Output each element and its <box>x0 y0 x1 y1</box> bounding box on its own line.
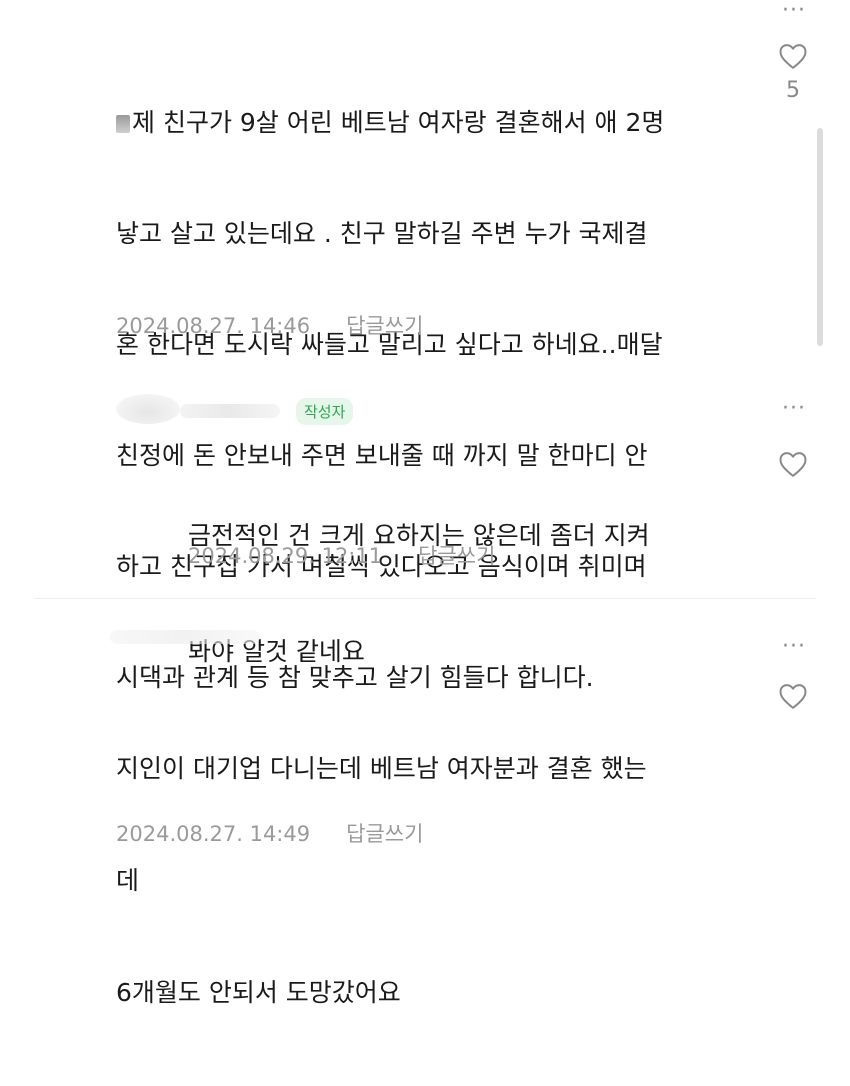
reply-button[interactable]: 답글쓰기 <box>346 822 423 846</box>
like-button[interactable] <box>776 450 810 478</box>
comment-date: 2024.08.27. 14:49 <box>116 822 311 846</box>
blurred-mark <box>116 115 130 133</box>
comment-line: 낳고 살고 있는데요 . 친구 말하길 주변 누가 국제결 <box>116 219 648 248</box>
author-badge: 작성자 <box>296 398 354 425</box>
more-options-icon[interactable]: ··· <box>782 0 806 22</box>
like-button[interactable] <box>776 682 810 710</box>
comment-line: 6개월도 안되서 도망갔어요 <box>116 978 401 1007</box>
heart-outline-icon <box>779 44 807 69</box>
comment-line: 데 <box>116 866 140 895</box>
reply-button[interactable]: 답글쓰기 <box>346 314 423 338</box>
like-count: 5 <box>786 78 800 103</box>
comment-date: 2024.08.29. 12:11 <box>188 544 383 568</box>
scrollbar[interactable] <box>817 128 823 346</box>
reply-button[interactable]: 답글쓰기 <box>418 544 495 568</box>
comment-line: 지인이 대기업 다니는데 베트남 여자분과 결혼 했는 <box>116 754 647 783</box>
comment-meta: 2024.08.29. 12:11 답글쓰기 <box>188 540 495 570</box>
divider <box>34 598 816 599</box>
avatar <box>116 394 180 424</box>
comment-line: 제 친구가 9살 어린 베트남 여자랑 결혼해서 애 2명 <box>116 104 664 141</box>
comment-meta: 2024.08.27. 14:49 답글쓰기 <box>116 818 423 848</box>
more-options-icon[interactable]: ··· <box>782 636 806 658</box>
heart-outline-icon <box>779 452 807 477</box>
more-options-icon[interactable]: ··· <box>782 398 806 420</box>
comment-date: 2024.08.27. 14:46 <box>116 314 311 338</box>
comment-line-text: 제 친구가 9살 어린 베트남 여자랑 결혼해서 애 2명 <box>132 108 665 137</box>
comment-body: 지인이 대기업 다니는데 베트남 여자분과 결혼 했는 데 6개월도 안되서 도… <box>116 676 647 1086</box>
heart-outline-icon <box>779 684 807 709</box>
blurred-username <box>110 630 260 644</box>
like-button[interactable]: 5 <box>776 42 810 103</box>
blurred-username <box>180 404 280 418</box>
comment-meta: 2024.08.27. 14:46 답글쓰기 <box>116 310 423 340</box>
